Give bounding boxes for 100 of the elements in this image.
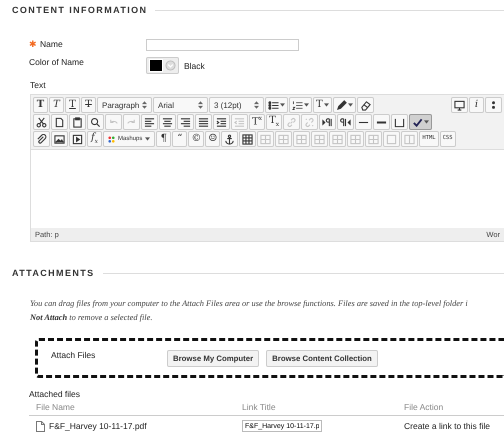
align-right-icon bbox=[180, 116, 191, 128]
toolbar-button[interactable]: i bbox=[469, 97, 484, 113]
caret-icon bbox=[304, 103, 309, 107]
file-icon bbox=[36, 420, 45, 432]
align-left-icon bbox=[144, 116, 155, 128]
toolbar-button[interactable] bbox=[51, 131, 68, 147]
toolbar-button[interactable]: T$^{x}$ bbox=[249, 114, 266, 130]
table-icon bbox=[314, 134, 326, 144]
split-square-icon bbox=[404, 134, 416, 144]
anchor-icon bbox=[224, 134, 236, 144]
unlink-icon bbox=[304, 116, 316, 128]
checkmark-icon bbox=[412, 116, 424, 128]
toolbar-button[interactable] bbox=[69, 114, 86, 130]
toolbar-button[interactable]: “ bbox=[172, 131, 188, 147]
toolbar-button[interactable] bbox=[87, 114, 104, 130]
name-field[interactable] bbox=[146, 39, 299, 51]
bracket-icon bbox=[394, 116, 406, 128]
toolbar-button[interactable] bbox=[69, 131, 86, 147]
toolbar-button[interactable] bbox=[332, 97, 356, 113]
chevron-icon bbox=[165, 60, 176, 71]
indent-icon bbox=[216, 116, 227, 128]
toolbar-button[interactable]: T bbox=[49, 97, 64, 113]
instructions-text: You can drag files from your computer to the Attach Files area or use the browse functions. Files are saved in the top-level folder i Not Attach to remove a selected file. bbox=[30, 298, 469, 324]
paperclip-icon bbox=[36, 134, 47, 144]
toolbar-button[interactable]: T$_{x}$ bbox=[266, 114, 282, 130]
toolbar-button[interactable] bbox=[319, 114, 336, 130]
table-icon bbox=[278, 134, 290, 144]
section-heading: CONTENT INFORMATION bbox=[12, 5, 148, 15]
toolbar-button[interactable]: T bbox=[81, 97, 96, 113]
field-label: Name bbox=[40, 39, 63, 49]
toolbar-button[interactable] bbox=[239, 131, 256, 147]
table-icon bbox=[296, 134, 308, 144]
toolbar-button[interactable] bbox=[141, 114, 158, 130]
table-icon bbox=[332, 134, 344, 144]
image-icon bbox=[54, 134, 65, 144]
toolbar-button[interactable] bbox=[289, 97, 312, 113]
toolbar-button[interactable] bbox=[213, 114, 230, 130]
link-icon bbox=[286, 116, 298, 128]
field-label: Color of Name bbox=[29, 57, 84, 67]
toolbar-button[interactable] bbox=[221, 131, 238, 147]
monitor-icon bbox=[454, 100, 465, 110]
scissors-icon bbox=[36, 116, 47, 128]
toolbar-button[interactable]: T bbox=[33, 97, 48, 113]
toolbar-button[interactable] bbox=[195, 114, 212, 130]
search-icon bbox=[90, 116, 101, 128]
required-icon: ✱ bbox=[29, 39, 37, 49]
toolbar-button[interactable] bbox=[33, 114, 50, 130]
color-name: Black bbox=[184, 60, 205, 70]
toolbar-button[interactable] bbox=[51, 114, 68, 130]
table-icon bbox=[368, 134, 380, 144]
toolbar-button[interactable] bbox=[33, 131, 50, 147]
toolbar-dropdown[interactable]: Paragraph bbox=[97, 97, 152, 113]
toolbar-button[interactable] bbox=[265, 97, 288, 113]
toolbar-button[interactable] bbox=[391, 114, 408, 130]
toolbar-button[interactable] bbox=[356, 97, 374, 113]
toolbar-button[interactable]: ¶ bbox=[156, 131, 172, 147]
bulleted-list-icon bbox=[268, 100, 279, 110]
toolbar-button[interactable]: T bbox=[65, 97, 80, 113]
caret-icon bbox=[348, 103, 353, 107]
caret-icon bbox=[145, 137, 150, 141]
dots-icon bbox=[108, 136, 115, 142]
align-center-icon bbox=[162, 116, 173, 128]
file-action: Create a link to this file bbox=[404, 421, 491, 431]
column-header: File Name bbox=[36, 402, 76, 412]
spinner-icon bbox=[198, 101, 203, 109]
file-name: F&F_Harvey 10-11-17.pdf bbox=[49, 421, 147, 431]
clipboard-icon bbox=[72, 116, 83, 128]
paragraph-arrow-icon bbox=[340, 116, 352, 128]
eraser-icon bbox=[360, 100, 371, 110]
attach-files-label: Attach Files bbox=[51, 350, 96, 360]
spinner-icon bbox=[142, 101, 147, 109]
toolbar-button[interactable] bbox=[355, 114, 372, 130]
pen-icon bbox=[336, 100, 347, 110]
toolbar-button[interactable]: ☺ bbox=[205, 131, 220, 147]
toolbar-button[interactable] bbox=[337, 114, 354, 130]
toolbar-dropdown[interactable]: 3 (12pt) bbox=[209, 97, 264, 113]
justify-icon bbox=[198, 116, 209, 128]
numbered-list-icon bbox=[292, 100, 303, 110]
square-icon bbox=[386, 134, 398, 144]
column-header: File Action bbox=[404, 402, 444, 412]
column-header: Link Title bbox=[242, 402, 277, 412]
toolbar-button[interactable] bbox=[177, 114, 194, 130]
caret-icon bbox=[280, 103, 285, 107]
toolbar-button[interactable] bbox=[485, 97, 502, 113]
toolbar-button[interactable] bbox=[159, 114, 176, 130]
toolbar-button[interactable]: T bbox=[313, 97, 332, 113]
toolbar-button[interactable]: © bbox=[188, 131, 204, 147]
table-icon bbox=[260, 134, 272, 144]
toolbar-dropdown[interactable]: Arial bbox=[153, 97, 208, 113]
table-icon bbox=[350, 134, 362, 144]
toolbar-button[interactable]: f$_{x}$ bbox=[87, 131, 102, 147]
section-heading: ATTACHMENTS bbox=[12, 268, 95, 278]
copy-icon bbox=[54, 116, 65, 128]
toolbar-button[interactable] bbox=[409, 114, 432, 130]
toolbar-button[interactable] bbox=[451, 97, 468, 113]
color-picker[interactable] bbox=[146, 57, 179, 74]
outdent-icon bbox=[234, 116, 245, 128]
toolbar-button[interactable] bbox=[373, 114, 390, 130]
caret-icon bbox=[424, 120, 430, 124]
attached-files-label: Attached files bbox=[28, 389, 82, 399]
